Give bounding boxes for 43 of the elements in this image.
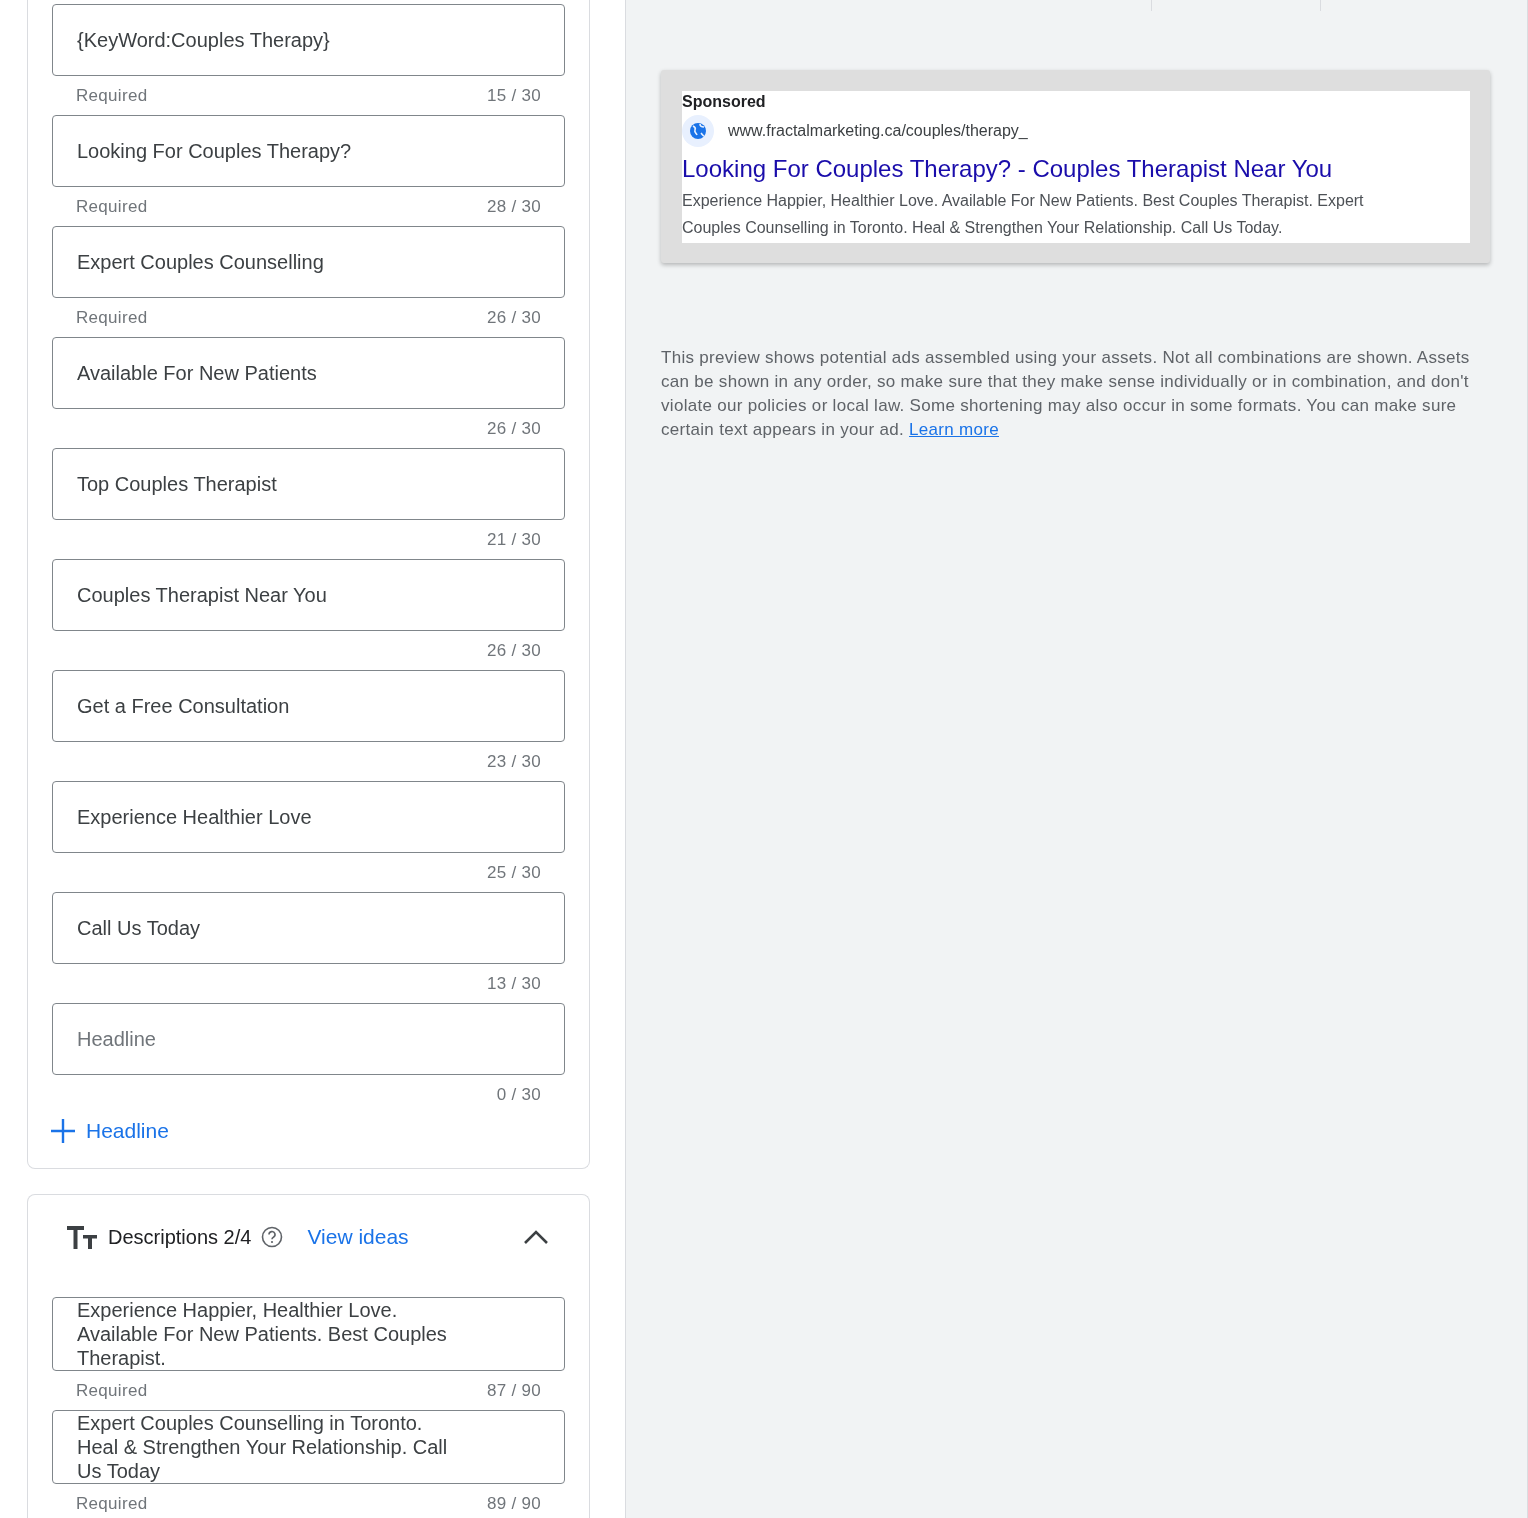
headline-field[interactable]: Top Couples Therapist bbox=[52, 448, 565, 520]
character-counter: 0 / 30 bbox=[496, 1084, 541, 1105]
helper-text: Required bbox=[76, 196, 148, 217]
character-counter: 26 / 30 bbox=[486, 307, 541, 328]
chevron-up-icon[interactable] bbox=[523, 1229, 549, 1245]
sponsored-label: Sponsored bbox=[682, 93, 767, 111]
plus-icon bbox=[50, 1118, 76, 1144]
ad-headline-link[interactable]: Looking For Couples Therapy? - Couples Therapist Near You bbox=[682, 155, 1470, 183]
headline-field[interactable]: Looking For Couples Therapy? bbox=[52, 115, 565, 187]
character-counter: 89 / 90 bbox=[486, 1493, 541, 1514]
character-counter: 13 / 30 bbox=[486, 973, 541, 994]
add-headline-button[interactable]: Headline bbox=[50, 1114, 169, 1148]
section-title: Descriptions 2/4 bbox=[108, 1225, 252, 1249]
learn-more-link[interactable]: Learn more bbox=[909, 420, 999, 439]
ad-description: Experience Happier, Healthier Love. Available For New Patients. Best Couples Therapist. Expert Couples Counselling in Toronto. Heal & Strengthen Your Relationship. Call Us Today. bbox=[682, 191, 1365, 238]
headline-field[interactable]: Headline bbox=[52, 1003, 565, 1075]
description-field[interactable]: Expert Couples Counselling in Toronto. Heal & Strengthen Your Relationship. Call Us Today bbox=[52, 1410, 565, 1484]
character-counter: 23 / 30 bbox=[486, 751, 541, 772]
character-counter: 26 / 30 bbox=[486, 640, 541, 661]
help-icon[interactable] bbox=[261, 1226, 284, 1248]
character-counter: 25 / 30 bbox=[486, 862, 541, 883]
globe-icon bbox=[682, 115, 714, 147]
helper-text: Required bbox=[76, 307, 148, 328]
helper-text: Required bbox=[76, 85, 148, 106]
headline-field[interactable]: Experience Healthier Love bbox=[52, 781, 565, 853]
headline-field[interactable]: {KeyWord:Couples Therapy} bbox=[52, 4, 565, 76]
character-counter: 28 / 30 bbox=[486, 196, 541, 217]
character-counter: 87 / 90 bbox=[486, 1380, 541, 1401]
headline-field[interactable]: Expert Couples Counselling bbox=[52, 226, 565, 298]
character-counter: 26 / 30 bbox=[486, 418, 541, 439]
character-counter: 21 / 30 bbox=[486, 529, 541, 550]
character-counter: 15 / 30 bbox=[486, 85, 541, 106]
view-ideas-link[interactable]: View ideas bbox=[307, 1225, 409, 1249]
helper-text: Required bbox=[76, 1493, 148, 1514]
ad-url: www.fractalmarketing.ca/couples/therapy_ bbox=[728, 122, 1028, 140]
headline-field[interactable]: Couples Therapist Near You bbox=[52, 559, 565, 631]
headline-field[interactable]: Call Us Today bbox=[52, 892, 565, 964]
helper-text: Required bbox=[76, 1380, 148, 1401]
headline-field[interactable]: Get a Free Consultation bbox=[52, 670, 565, 742]
preview-note: This preview shows potential ads assembled using your assets. Not all combinations are shown. Assets can be shown in any order, so make sure that they make sense individually or in combination, and don't violate our policies or local law. Some shortening may also occur in some formats. You can make sure certain text appears in your ad. Learn more bbox=[661, 347, 1471, 441]
headline-field[interactable]: Available For New Patients bbox=[52, 337, 565, 409]
description-field[interactable]: Experience Happier, Healthier Love. Available For New Patients. Best Couples Therapist. bbox=[52, 1297, 565, 1371]
text-size-icon bbox=[66, 1224, 98, 1250]
